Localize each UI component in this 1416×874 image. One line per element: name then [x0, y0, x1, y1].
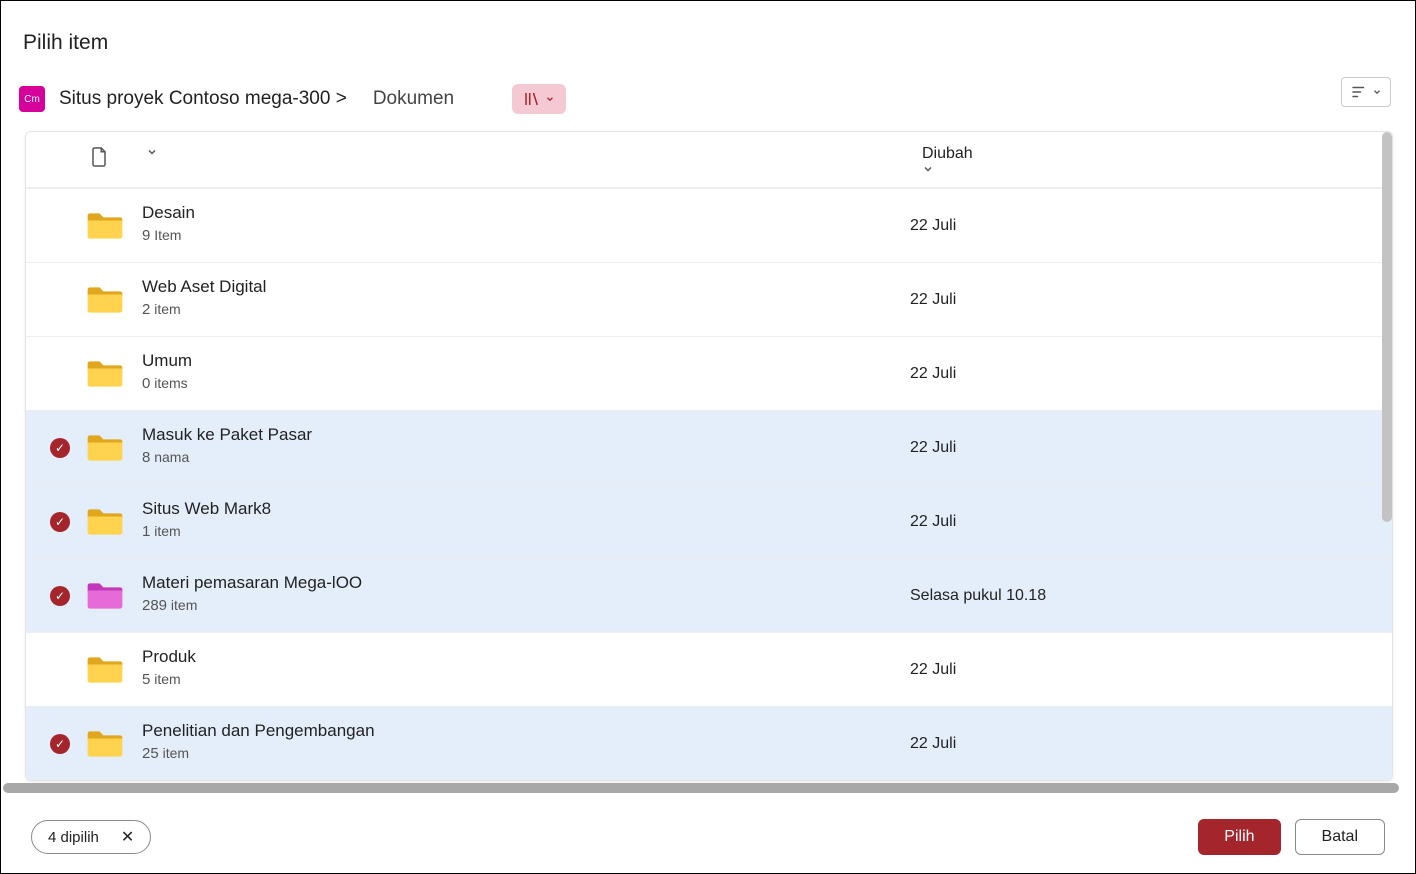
file-type-column-icon[interactable] — [90, 146, 108, 173]
item-meta: 289 item — [142, 597, 362, 614]
folder-icon — [86, 211, 124, 241]
table-row[interactable]: ✓Umum0 items22 Juli — [26, 336, 1392, 410]
table-row[interactable]: ✓Produk5 item22 Juli — [26, 632, 1392, 706]
selected-check-icon[interactable]: ✓ — [50, 438, 70, 458]
table-row[interactable]: ✓ Masuk ke Paket Pasar 8 nama 22 Juli — [26, 410, 1392, 484]
item-modified: 22 Juli — [910, 661, 956, 679]
item-modified: 22 Juli — [910, 291, 956, 309]
dialog-title: Pilih item — [23, 31, 108, 55]
item-name: Masuk ke Paket Pasar — [142, 425, 312, 445]
item-name: Penelitian dan Pengembangan — [142, 721, 375, 741]
item-name: Web Aset Digital — [142, 277, 266, 297]
selected-check-icon[interactable]: ✓ — [50, 586, 70, 606]
item-modified: Selasa pukul 10.18 — [910, 587, 1046, 605]
item-meta: 8 nama — [142, 449, 312, 466]
folder-icon — [86, 359, 124, 389]
library-icon — [523, 90, 541, 108]
item-name: Situs Web Mark8 — [142, 499, 271, 519]
item-name: Desain — [142, 203, 195, 223]
breadcrumb: Cm Situs proyek Contoso mega-300 > Dokum… — [19, 83, 566, 115]
table-row[interactable]: ✓ Penelitian dan Pengembangan 25 item 22 Ju… — [26, 706, 1392, 780]
selected-check-icon[interactable]: ✓ — [50, 734, 70, 754]
chevron-down-icon — [1372, 87, 1382, 97]
item-modified: 22 Juli — [910, 513, 956, 531]
table-row[interactable]: ✓Desain9 Item22 Juli — [26, 188, 1392, 262]
view-switch-button[interactable] — [512, 84, 566, 114]
horizontal-scrollbar[interactable] — [3, 783, 1399, 793]
column-header-modified-label: Diubah — [922, 145, 973, 162]
item-name: Materi pemasaran Mega-lOO — [142, 573, 362, 593]
sort-lines-icon — [1350, 83, 1368, 101]
chevron-down-icon[interactable] — [146, 146, 158, 173]
file-list: Diubah ✓ Desain 9 Item 22 Juli ✓ Web Aset Dig… — [25, 131, 1393, 781]
item-meta: 0 items — [142, 375, 192, 392]
item-modified: 22 Juli — [910, 735, 956, 753]
table-row[interactable]: ✓ Materi pemasaran Mega-lOO 289 item Selasa… — [26, 558, 1392, 632]
select-button[interactable]: Pilih — [1198, 819, 1280, 855]
dialog-footer: 4 dipilih ✕ Pilih Batal — [1, 801, 1415, 873]
selection-count-label: 4 dipilih — [48, 829, 99, 846]
site-badge: Cm — [19, 86, 45, 112]
column-header-modified[interactable]: Diubah — [922, 145, 1392, 175]
selected-check-icon[interactable]: ✓ — [50, 512, 70, 532]
breadcrumb-site[interactable]: Situs proyek Contoso mega-300 > — [59, 88, 347, 110]
chevron-down-icon — [545, 94, 555, 104]
item-meta: 2 item — [142, 301, 266, 318]
folder-icon — [86, 655, 124, 685]
item-meta: 5 item — [142, 671, 196, 688]
folder-icon — [86, 729, 124, 759]
list-options-button[interactable] — [1341, 77, 1391, 107]
column-header-row: Diubah — [26, 132, 1392, 188]
selection-chip: 4 dipilih ✕ — [31, 820, 151, 854]
item-modified: 22 Juli — [910, 217, 956, 235]
item-name: Umum — [142, 351, 192, 371]
folder-icon — [86, 581, 124, 611]
vertical-scrollbar[interactable] — [1382, 132, 1392, 522]
breadcrumb-library[interactable]: Dokumen — [373, 88, 454, 110]
cancel-button[interactable]: Batal — [1295, 819, 1385, 855]
chevron-down-icon — [922, 163, 1392, 175]
folder-icon — [86, 285, 124, 315]
table-row[interactable]: ✓ Situs Web Mark8 1 item 22 Juli — [26, 484, 1392, 558]
clear-selection-icon[interactable]: ✕ — [121, 827, 134, 847]
item-name: Produk — [142, 647, 196, 667]
item-modified: 22 Juli — [910, 365, 956, 383]
item-meta: 9 Item — [142, 227, 195, 244]
item-meta: 1 item — [142, 523, 271, 540]
item-modified: 22 Juli — [910, 439, 956, 457]
folder-icon — [86, 433, 124, 463]
folder-icon — [86, 507, 124, 537]
item-meta: 25 item — [142, 745, 375, 762]
table-row[interactable]: ✓Web Aset Digital2 item22 Juli — [26, 262, 1392, 336]
